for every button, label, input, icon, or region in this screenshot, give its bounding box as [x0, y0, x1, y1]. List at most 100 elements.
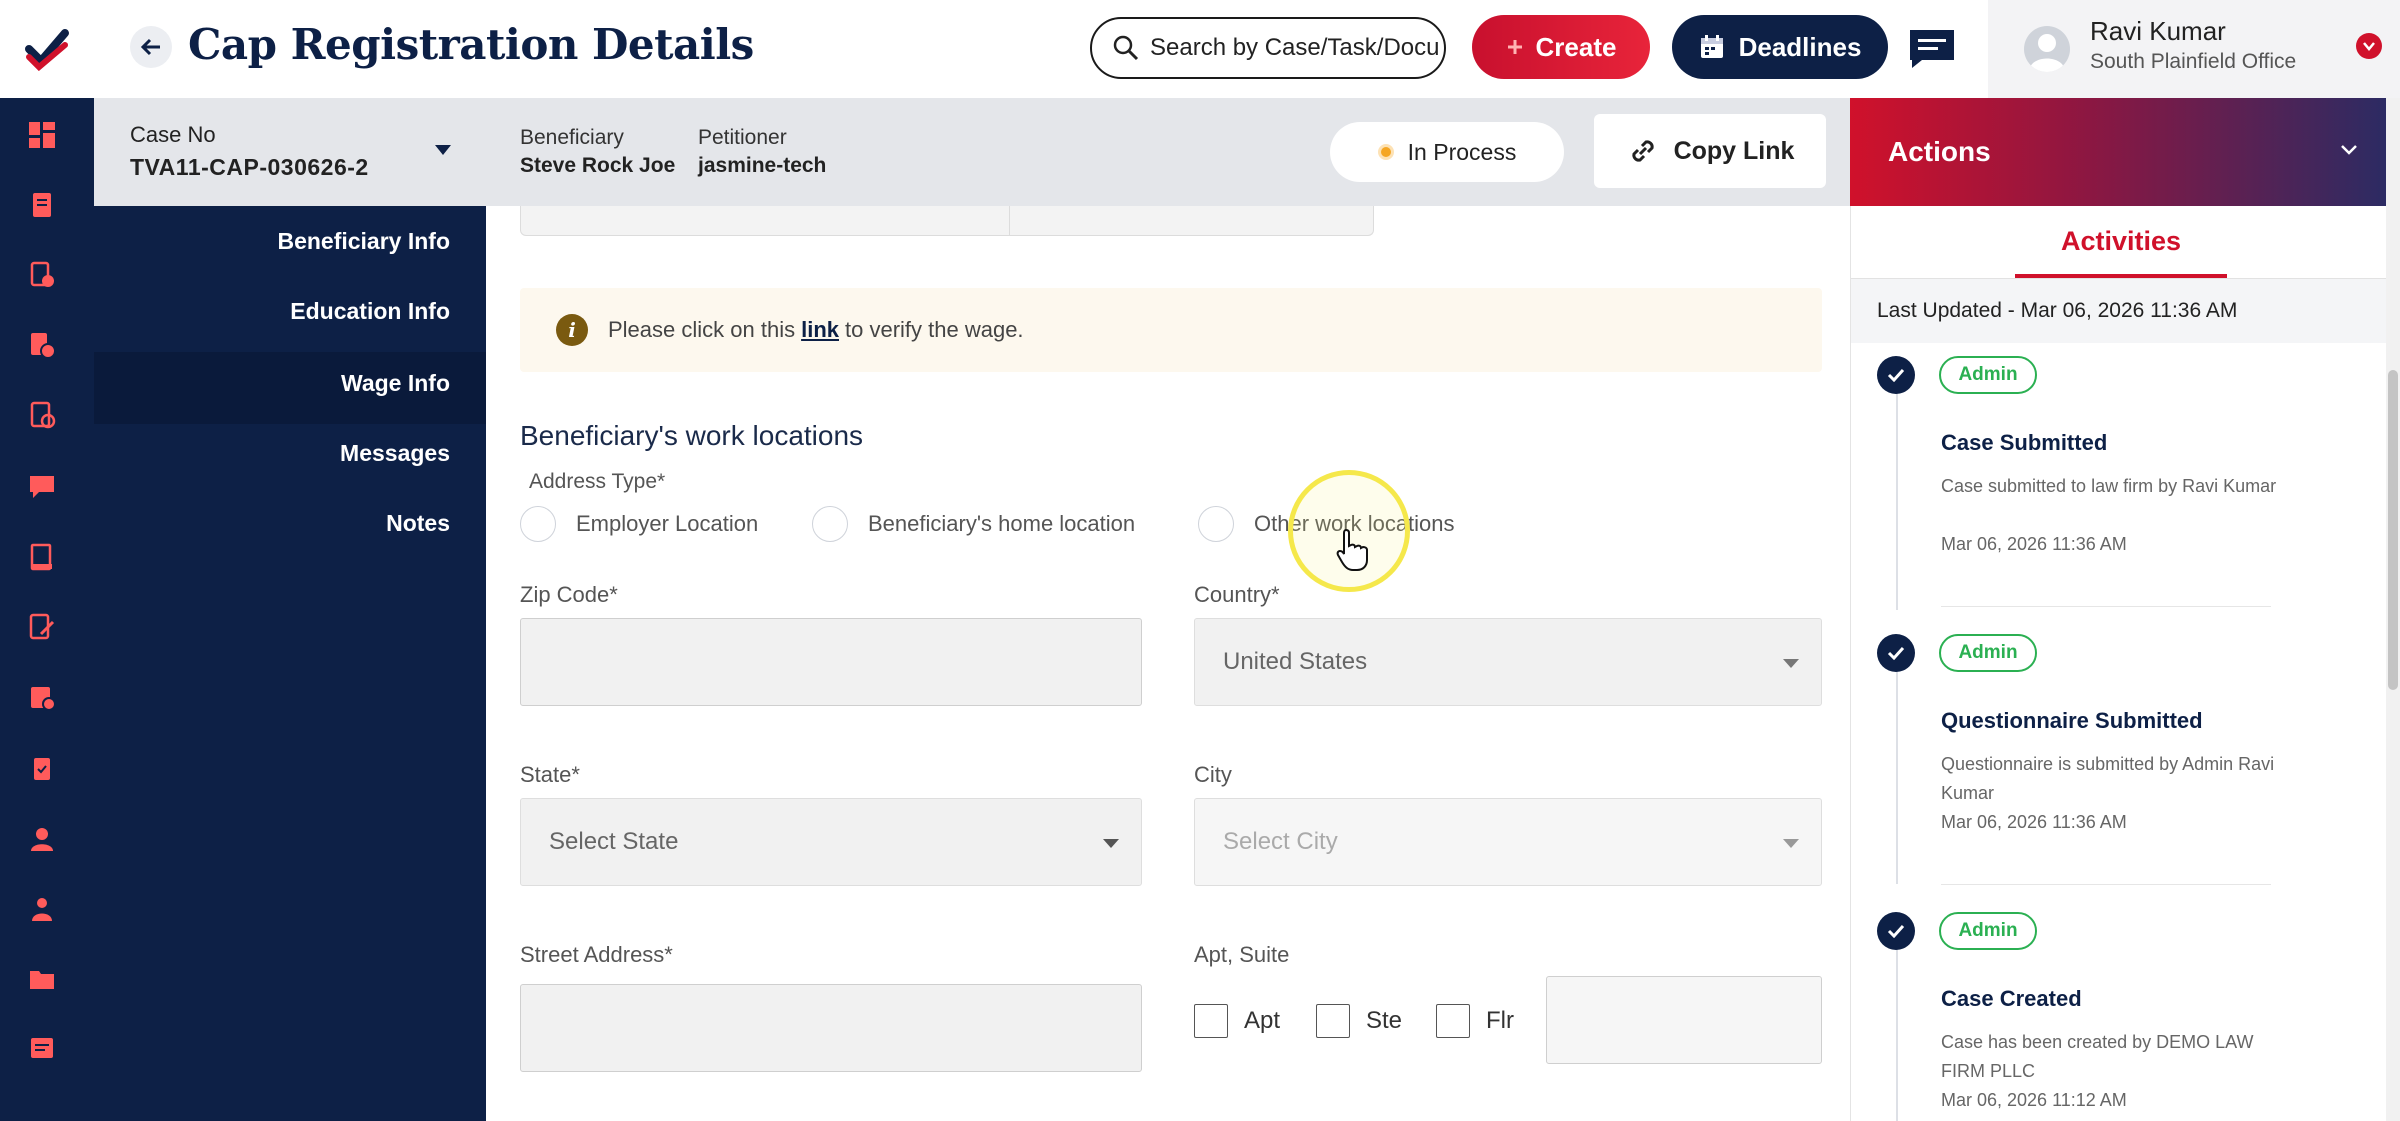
zip-code-label: Zip Code* — [520, 582, 618, 607]
radio-employer-location[interactable]: Employer Location — [520, 506, 758, 542]
chevron-down-icon[interactable] — [2356, 33, 2382, 59]
case-no-label: Case No — [130, 122, 216, 147]
case-header: Case No TVA11-CAP-030626-2 Beneficiary S… — [94, 98, 1850, 206]
section-nav: Beneficiary Info Education Info Wage Inf… — [94, 206, 486, 1121]
activity-title: Case Submitted — [1941, 430, 2108, 455]
beneficiary-value: Steve Rock Joe — [520, 154, 676, 177]
radio-label: Beneficiary's home location — [868, 511, 1136, 536]
ledger-icon[interactable] — [25, 540, 59, 574]
checkbox-apt[interactable]: Apt — [1194, 1004, 1280, 1038]
actions-panel-header[interactable]: Actions — [1850, 98, 2386, 206]
radio-circle[interactable] — [812, 506, 848, 542]
beneficiary-label: Beneficiary — [520, 126, 624, 149]
deadlines-button[interactable]: Deadlines — [1672, 15, 1888, 79]
state-select[interactable]: Select State — [520, 798, 1142, 886]
actions-panel: Activities Last Updated - Mar 06, 2026 1… — [1850, 206, 2387, 1121]
activity-description: Case submitted to law firm by Ravi Kumar — [1941, 476, 2277, 496]
edit-document-icon[interactable] — [25, 610, 59, 644]
folder-icon[interactable] — [25, 962, 59, 996]
nav-item-education-info[interactable]: Education Info — [290, 298, 450, 325]
create-button[interactable]: Create — [1472, 15, 1650, 79]
case-file-icon[interactable] — [25, 188, 59, 222]
chevron-down-icon[interactable] — [2340, 144, 2358, 156]
radio-beneficiary-home-location[interactable]: Beneficiary's home location — [812, 506, 1135, 542]
activity-description: Questionnaire is submitted by Admin Ravi… — [1941, 754, 2275, 803]
city-select[interactable]: Select City — [1194, 798, 1822, 886]
street-address-input[interactable] — [520, 984, 1142, 1072]
billing-icon[interactable] — [25, 328, 59, 362]
nav-item-beneficiary-info[interactable]: Beneficiary Info — [277, 228, 450, 255]
checkbox[interactable] — [1194, 1004, 1228, 1038]
banner-text-after: to verify the wage. — [845, 317, 1024, 342]
country-value: United States — [1223, 648, 1368, 675]
case-dropdown-caret-icon[interactable] — [434, 144, 452, 156]
radio-circle[interactable] — [520, 506, 556, 542]
apt-number-input[interactable] — [1546, 976, 1822, 1064]
nav-item-notes[interactable]: Notes — [386, 510, 450, 537]
verify-wage-link[interactable]: link — [801, 317, 839, 343]
checkbox-flr[interactable]: Flr — [1436, 1004, 1514, 1038]
notes-icon[interactable] — [25, 1032, 59, 1066]
nav-item-wage-info[interactable]: Wage Info — [341, 370, 450, 397]
radio-circle[interactable] — [1198, 506, 1234, 542]
wage-form: i Please click on this link to verify th… — [486, 206, 1850, 1121]
city-placeholder: Select City — [1223, 828, 1338, 855]
city-label: City — [1194, 762, 1232, 787]
user-icon[interactable] — [25, 822, 59, 856]
info-icon: i — [556, 314, 588, 346]
activity-time: Mar 06, 2026 11:36 AM — [1941, 534, 2127, 554]
avatar — [2024, 26, 2070, 72]
wage-verify-banner: i Please click on this link to verify th… — [520, 288, 1822, 372]
check-icon — [1877, 634, 1915, 672]
scrollbar-thumb[interactable] — [2388, 370, 2398, 690]
activity-time: Mar 06, 2026 11:36 AM — [1941, 812, 2127, 832]
chat-icon[interactable] — [25, 470, 59, 504]
checkbox-label: Ste — [1366, 1007, 1403, 1034]
copy-link-button[interactable]: Copy Link — [1594, 114, 1826, 188]
chevron-down-icon — [1783, 659, 1799, 668]
checklist-icon[interactable] — [25, 398, 59, 432]
tab-activities[interactable]: Activities — [2015, 226, 2227, 257]
activity-description: Case has been created by DEMO LAW FIRM P… — [1941, 1032, 2254, 1081]
radio-label: Employer Location — [576, 511, 759, 536]
user-menu[interactable]: Ravi Kumar South Plainfield Office — [1988, 0, 2400, 98]
role-badge: Admin — [1939, 912, 2037, 950]
chevron-down-icon — [1783, 839, 1799, 848]
user-name: Ravi Kumar — [2090, 16, 2226, 46]
plus-icon — [1507, 40, 1522, 54]
checkbox[interactable] — [1436, 1004, 1470, 1038]
checkbox-label: Apt — [1244, 1007, 1281, 1034]
zip-code-input[interactable] — [520, 618, 1142, 706]
street-address-label: Street Address* — [520, 942, 673, 967]
app-logo[interactable] — [0, 0, 94, 98]
checkbox-ste[interactable]: Ste — [1316, 1004, 1402, 1038]
actions-title: Actions — [1888, 136, 1991, 167]
state-label: State* — [520, 762, 580, 787]
search-input[interactable] — [1150, 34, 1440, 62]
case-no-value[interactable]: TVA11-CAP-030626-2 — [130, 154, 369, 181]
activity-time: Mar 06, 2026 11:12 AM — [1941, 1090, 2127, 1110]
check-icon — [1877, 356, 1915, 394]
chat-bubble-icon — [1910, 30, 1954, 68]
dashboard-icon[interactable] — [25, 118, 59, 152]
copy-link-label: Copy Link — [1673, 136, 1795, 165]
back-button[interactable] — [130, 26, 172, 68]
banner-text-before: Please click on this — [608, 317, 796, 342]
messages-button[interactable] — [1908, 28, 1956, 70]
checkbox[interactable] — [1316, 1004, 1350, 1038]
team-icon[interactable] — [25, 892, 59, 926]
chevron-down-icon — [1103, 839, 1119, 848]
search-box[interactable] — [1090, 17, 1446, 79]
clipboard-check-icon[interactable] — [25, 752, 59, 786]
calendar-check-icon[interactable] — [25, 680, 59, 714]
create-button-label: Create — [1535, 31, 1617, 62]
country-select[interactable]: United States — [1194, 618, 1822, 706]
document-check-icon[interactable] — [25, 258, 59, 292]
top-bar: Cap Registration Details Create Deadline… — [94, 0, 2400, 98]
status-dot-icon — [1377, 144, 1394, 160]
avatar-icon — [2029, 34, 2065, 72]
role-badge: Admin — [1939, 356, 2037, 394]
activity-title: Questionnaire Submitted — [1941, 708, 2203, 733]
link-icon — [1631, 140, 1654, 162]
nav-item-messages[interactable]: Messages — [340, 440, 450, 467]
